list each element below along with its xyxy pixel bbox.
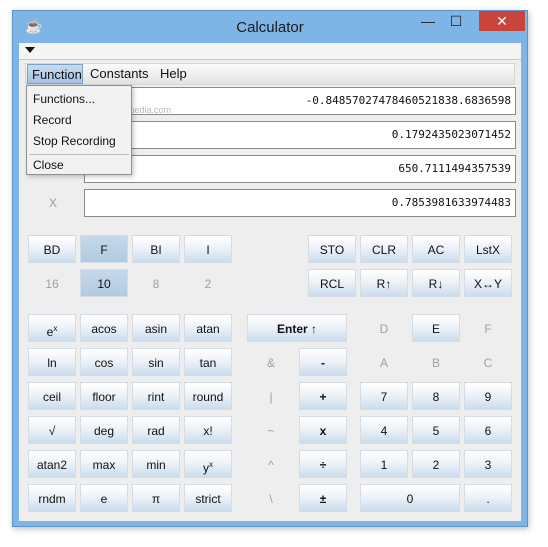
digit-5-button[interactable]: 5 — [412, 416, 460, 444]
factorial-button[interactable]: x! — [184, 416, 232, 444]
calculator-window: ☕ Calculator — ☐ ✕ Function Constants He… — [12, 10, 528, 527]
strict-button[interactable]: strict — [184, 484, 232, 512]
and-button[interactable]: & — [247, 348, 295, 376]
plus-button[interactable]: + — [299, 382, 347, 410]
register-x-field[interactable]: 0.7853981633974483 — [84, 189, 516, 217]
max-button[interactable]: max — [80, 450, 128, 478]
power-sup: x — [209, 460, 213, 469]
ln-button[interactable]: ln — [28, 348, 76, 376]
f-button[interactable]: F — [80, 235, 128, 263]
cos-button[interactable]: cos — [80, 348, 128, 376]
digit-6-button[interactable]: 6 — [464, 416, 512, 444]
hex-f-button[interactable]: F — [464, 314, 512, 342]
digit-3-button[interactable]: 3 — [464, 450, 512, 478]
roll-down-button[interactable]: R↓ — [412, 269, 460, 297]
menu-bar: Function Constants Help — [25, 63, 515, 85]
multiply-button[interactable]: x — [299, 416, 347, 444]
exp-button[interactable]: ex — [28, 314, 76, 342]
divide-button[interactable]: ÷ — [299, 450, 347, 478]
hex-e-button[interactable]: E — [412, 314, 460, 342]
xor-button[interactable]: ^ — [247, 450, 295, 478]
lstx-button[interactable]: LstX — [464, 235, 512, 263]
title-bar[interactable]: ☕ Calculator — ☐ ✕ — [13, 11, 527, 43]
register-y-field[interactable]: 650.7111494357539 — [84, 155, 516, 183]
tan-button[interactable]: tan — [184, 348, 232, 376]
rcl-button[interactable]: RCL — [308, 269, 356, 297]
pi-button[interactable]: π — [132, 484, 180, 512]
digit-7-button[interactable]: 7 — [360, 382, 408, 410]
dropdown-item-record[interactable]: Record — [33, 113, 72, 127]
clr-button[interactable]: CLR — [360, 235, 408, 263]
digit-9-button[interactable]: 9 — [464, 382, 512, 410]
sin-button[interactable]: sin — [132, 348, 180, 376]
roll-up-button[interactable]: R↑ — [360, 269, 408, 297]
i-button[interactable]: I — [184, 235, 232, 263]
asin-button[interactable]: asin — [132, 314, 180, 342]
sqrt-button[interactable]: √ — [28, 416, 76, 444]
hex-b-button[interactable]: B — [412, 348, 460, 376]
e-constant-button[interactable]: e — [80, 484, 128, 512]
digit-2-button[interactable]: 2 — [412, 450, 460, 478]
rint-button[interactable]: rint — [132, 382, 180, 410]
not-button[interactable]: ~ — [247, 416, 295, 444]
collapse-strip[interactable] — [19, 43, 521, 60]
hex-c-button[interactable]: C — [464, 348, 512, 376]
register-z-field[interactable]: 0.1792435023071452 — [84, 121, 516, 149]
floor-button[interactable]: floor — [80, 382, 128, 410]
or-button[interactable]: | — [247, 382, 295, 410]
base-8-button[interactable]: 8 — [132, 269, 180, 297]
menu-function[interactable]: Function — [27, 64, 83, 84]
menu-help[interactable]: Help — [156, 64, 191, 84]
deg-button[interactable]: deg — [80, 416, 128, 444]
maximize-button[interactable]: ☐ — [443, 11, 469, 31]
sto-button[interactable]: STO — [308, 235, 356, 263]
minus-button[interactable]: - — [299, 348, 347, 376]
close-button[interactable]: ✕ — [479, 11, 525, 31]
swap-xy-button[interactable]: X↔Y — [464, 269, 512, 297]
bi-button[interactable]: BI — [132, 235, 180, 263]
minimize-button[interactable]: — — [415, 11, 441, 31]
dropdown-item-close[interactable]: Close — [33, 158, 64, 172]
client-area: Function Constants Help -0.8485702747846… — [19, 43, 521, 521]
digit-0-button[interactable]: 0 — [360, 484, 460, 512]
hex-a-button[interactable]: A — [360, 348, 408, 376]
menu-constants[interactable]: Constants — [86, 64, 153, 84]
min-button[interactable]: min — [132, 450, 180, 478]
register-x-label: X — [48, 196, 57, 210]
base-10-button[interactable]: 10 — [80, 269, 128, 297]
digit-4-button[interactable]: 4 — [360, 416, 408, 444]
base-16-button[interactable]: 16 — [28, 269, 76, 297]
base-2-button[interactable]: 2 — [184, 269, 232, 297]
decimal-button[interactable]: . — [464, 484, 512, 512]
plus-minus-button[interactable]: ± — [299, 484, 347, 512]
hex-d-button[interactable]: D — [360, 314, 408, 342]
enter-button[interactable]: Enter ↑ — [247, 314, 347, 342]
digit-8-button[interactable]: 8 — [412, 382, 460, 410]
ac-button[interactable]: AC — [412, 235, 460, 263]
acos-button[interactable]: acos — [80, 314, 128, 342]
ceil-button[interactable]: ceil — [28, 382, 76, 410]
atan-button[interactable]: atan — [184, 314, 232, 342]
exp-sup: x — [53, 324, 58, 333]
triangle-down-icon[interactable] — [25, 47, 35, 53]
round-button[interactable]: round — [184, 382, 232, 410]
atan2-button[interactable]: atan2 — [28, 450, 76, 478]
mod-button[interactable]: \ — [247, 484, 295, 512]
bd-button[interactable]: BD — [28, 235, 76, 263]
power-button[interactable]: yx — [184, 450, 232, 478]
dropdown-separator — [29, 154, 129, 155]
rad-button[interactable]: rad — [132, 416, 180, 444]
dropdown-item-stop-recording[interactable]: Stop Recording — [33, 134, 116, 148]
function-dropdown: Functions... Record Stop Recording Close — [26, 85, 132, 175]
dropdown-item-functions[interactable]: Functions... — [33, 92, 95, 106]
digit-1-button[interactable]: 1 — [360, 450, 408, 478]
random-button[interactable]: rndm — [28, 484, 76, 512]
